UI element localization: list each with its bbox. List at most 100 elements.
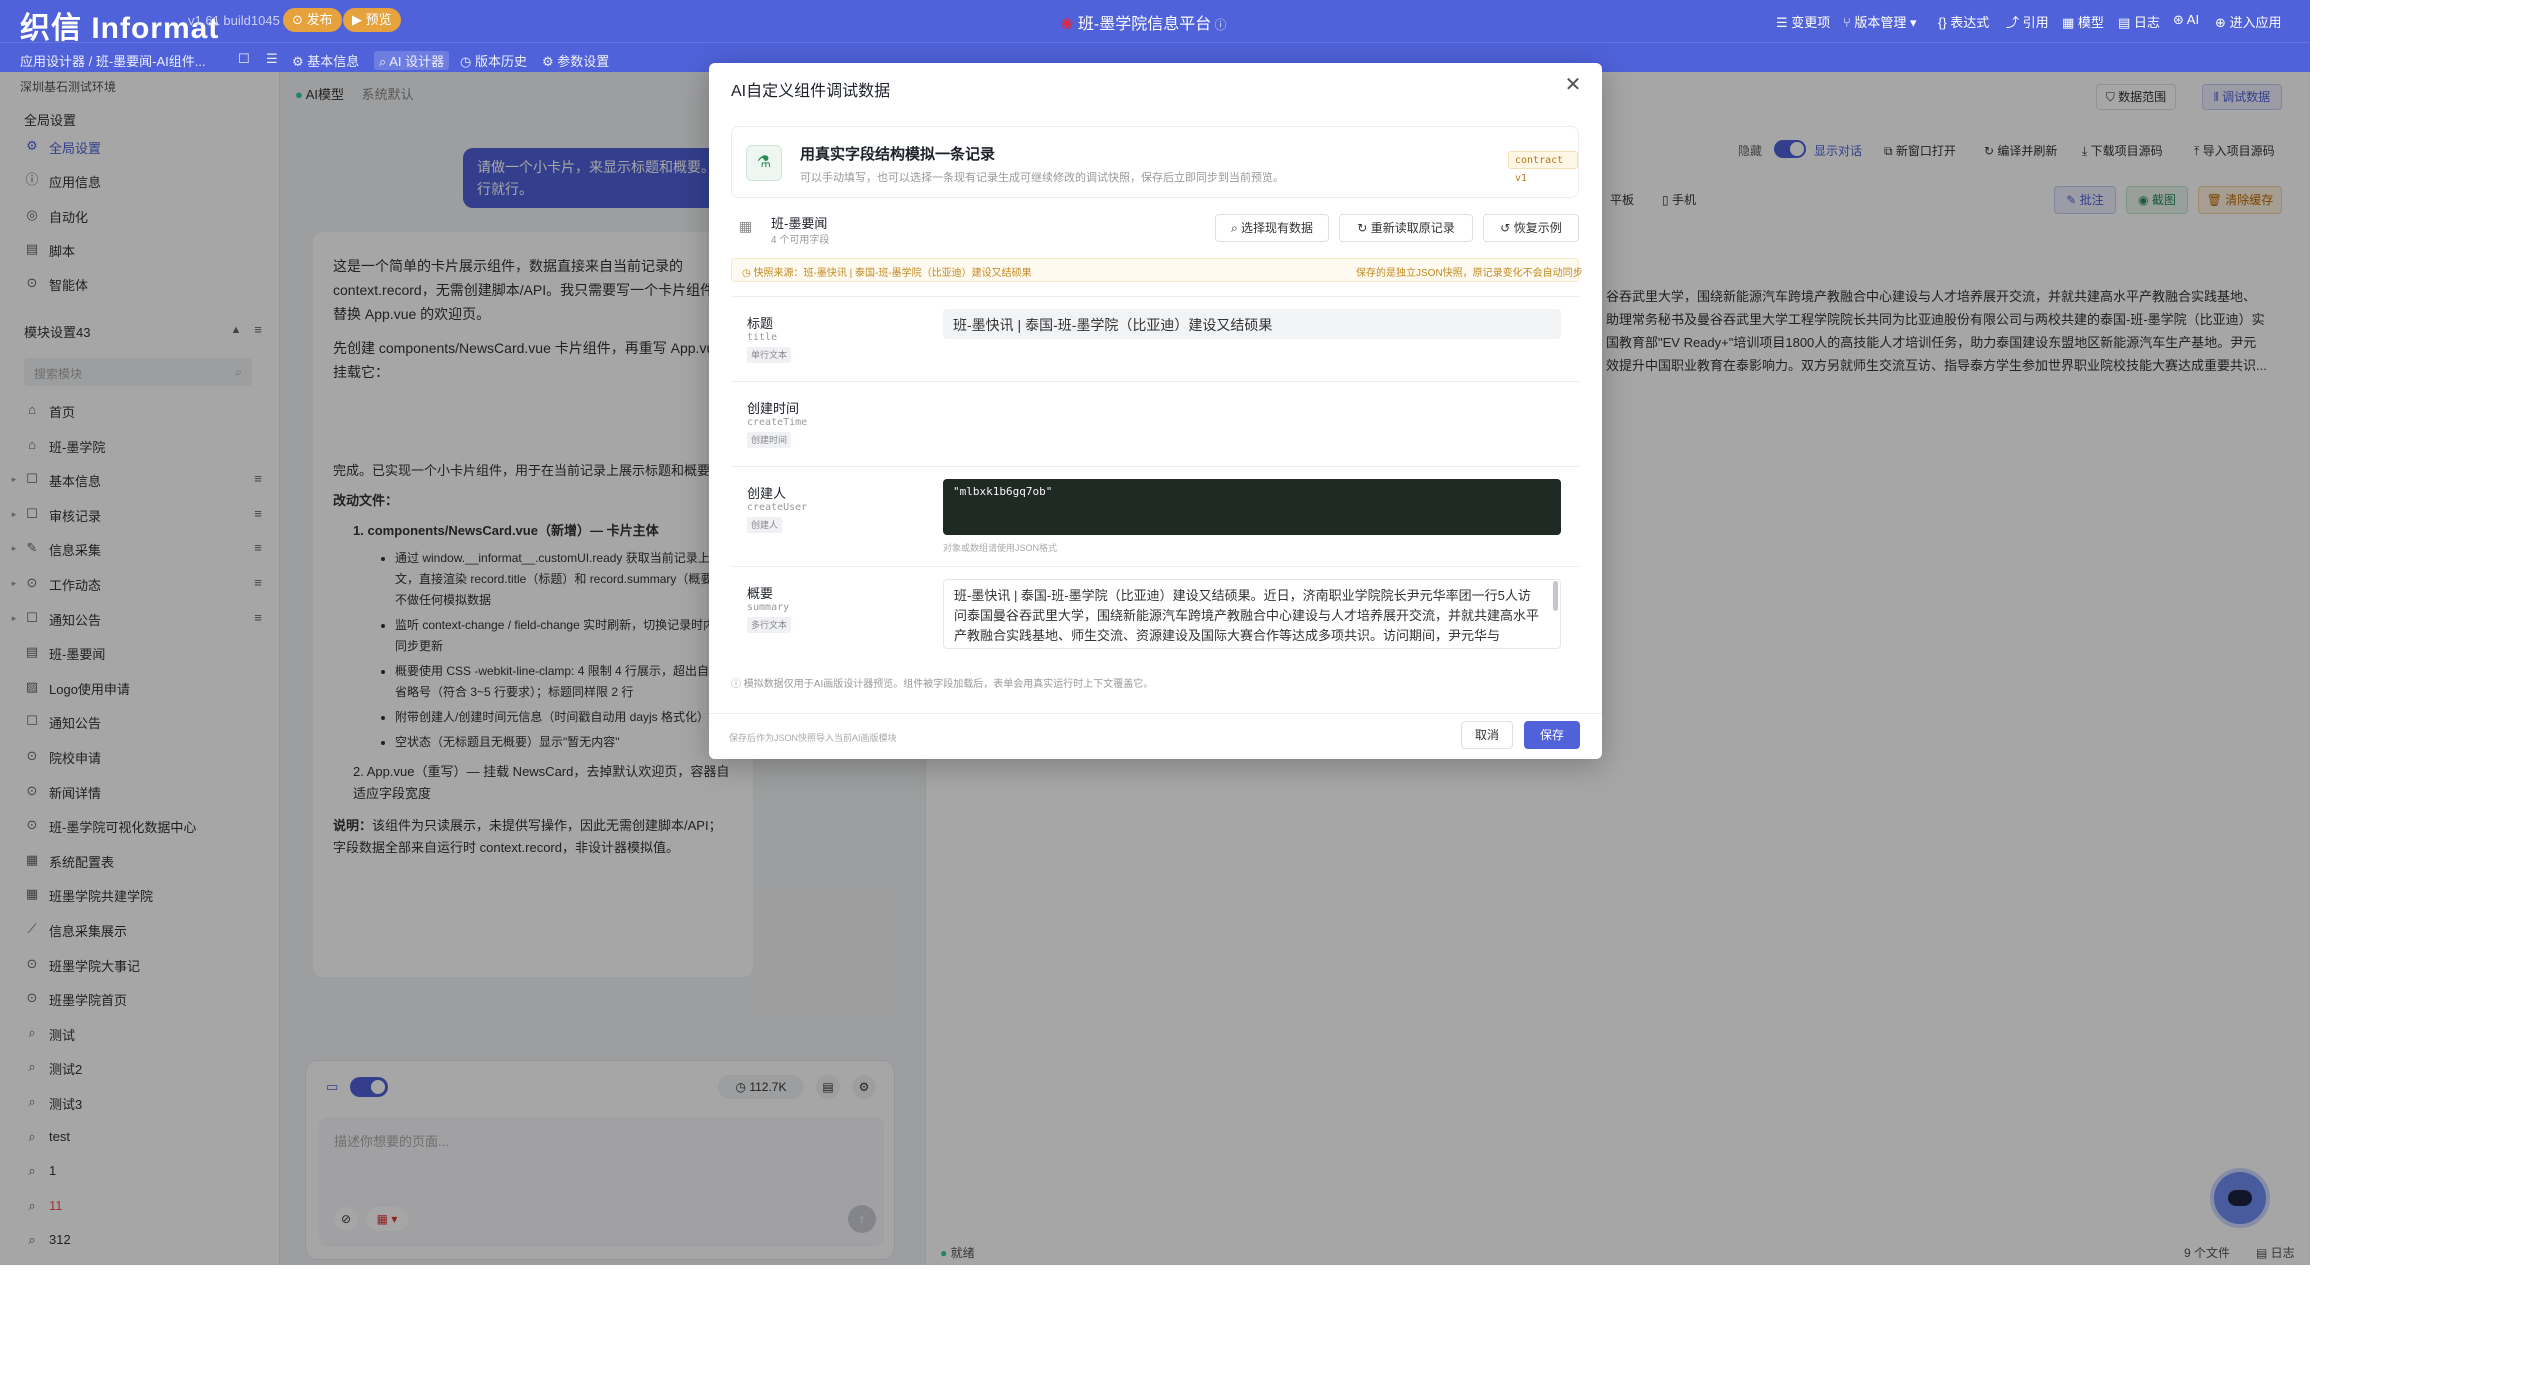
search-icon: ⌕ <box>1230 221 1242 235</box>
field-key: createTime <box>747 417 808 428</box>
field-key: title <box>747 332 778 343</box>
menu-icon[interactable]: ☰ <box>266 51 278 67</box>
tab-params-label: 参数设置 <box>557 54 610 69</box>
footer-divider <box>709 713 1602 714</box>
platform-title: ❀ 班-墨学院信息平台 ⓘ <box>1060 10 1227 34</box>
search-icon: ⌕ <box>379 54 390 69</box>
publish-button[interactable]: ⊙ 发布 <box>283 8 342 32</box>
summary-scrollbar[interactable] <box>1553 581 1558 611</box>
app-window: 织信 Informat v1.61 build1045 ⊙ 发布 ▶ 预览 ❀ … <box>0 0 2310 1265</box>
ai-label: AI <box>2186 12 2200 27</box>
expression-button[interactable]: {} 表达式 <box>1938 12 1989 31</box>
clock-icon: ◷ <box>742 268 754 279</box>
platform-title-text: 班-墨学院信息平台 <box>1077 16 1212 33</box>
ai-icon: ⊛ <box>2173 12 2187 27</box>
contract-badge: contract v1 <box>1508 151 1578 184</box>
field-label: 标题 <box>747 316 774 331</box>
expression-label: 表达式 <box>1950 15 1990 30</box>
play-icon: ▶ <box>352 12 366 27</box>
field-row-summary: 概要 summary 多行文本 班-墨快讯 | 泰国-班-墨学院（比亚迪）建设又… <box>731 566 1579 661</box>
field-row-create-time: 创建时间 createTime 创建时间 <box>731 381 1579 466</box>
gear-icon: ⚙ <box>542 54 558 69</box>
cancel-button[interactable]: 取消 <box>1461 721 1513 749</box>
chevron-down-icon: ▾ <box>1906 15 1917 30</box>
version-menu-button[interactable]: ⑂ 版本管理 ▾ <box>1843 12 1917 31</box>
reload-record-label: 重新读取原记录 <box>1370 221 1455 235</box>
settings-icon: ⚙ <box>292 54 308 69</box>
changes-label: 变更项 <box>1791 15 1831 30</box>
enter-app-label: 进入应用 <box>2229 15 2282 30</box>
preview-label: 预览 <box>365 12 392 27</box>
doc-icon[interactable]: ☐ <box>238 51 250 67</box>
select-existing-button[interactable]: ⌕ 选择现有数据 <box>1215 214 1329 242</box>
version-label: v1.61 build1045 <box>188 13 280 28</box>
version-menu-label: 版本管理 <box>1854 15 1907 30</box>
enter-app-button[interactable]: ⊕ 进入应用 <box>2215 12 2282 31</box>
field-label: 创建时间 <box>747 401 800 416</box>
ai-button[interactable]: ⊛ AI <box>2173 12 2199 28</box>
rocket-icon: ⊙ <box>292 12 307 27</box>
intro-card: ⚗ 用真实字段结构模拟一条记录 可以手动填写，也可以选择一条现有记录生成可继续修… <box>731 126 1579 198</box>
select-existing-label: 选择现有数据 <box>1241 221 1314 235</box>
restore-example-button[interactable]: ↺ 恢复示例 <box>1483 214 1579 242</box>
log-button[interactable]: ▤ 日志 <box>2118 12 2160 31</box>
enter-icon: ⊕ <box>2215 15 2230 30</box>
tab-basic-info[interactable]: ⚙ 基本信息 <box>292 51 359 70</box>
reload-record-button[interactable]: ↻ 重新读取原记录 <box>1339 214 1473 242</box>
tab-version-history[interactable]: ◷ 版本历史 <box>460 51 527 70</box>
table-icon: ▦ <box>739 218 753 234</box>
table-name: 班-墨要闻 <box>771 216 828 231</box>
dialog-title: AI自定义组件调试数据 <box>731 83 891 100</box>
table-icon: ▦ <box>2062 15 2078 30</box>
summary-textarea[interactable]: 班-墨快讯 | 泰国-班-墨学院（比亚迪）建设又结硕果。近日，济南职业学院院长尹… <box>943 579 1561 649</box>
field-row-create-user: 创建人 createUser 创建人 "mlbxk1b6gq7ob" 对象或数组… <box>731 466 1579 566</box>
breadcrumb[interactable]: 应用设计器 / 班-墨要闻-AI组件... <box>20 51 206 70</box>
model-label: 模型 <box>2077 15 2104 30</box>
save-button[interactable]: 保存 <box>1524 721 1580 749</box>
changes-button[interactable]: ☰ 变更项 <box>1776 12 1830 31</box>
field-label: 概要 <box>747 586 774 601</box>
snapshot-source-text: 快照来源：班-墨快讯 | 泰国-班-墨学院（比亚迪）建设又结硕果 <box>753 268 1032 279</box>
tab-ai-designer-label: AI 设计器 <box>389 54 445 69</box>
field-row-title: 标题 title 单行文本 班-墨快讯 | 泰国-班-墨学院（比亚迪）建设又结硕… <box>731 296 1579 381</box>
footer-note: ⓘ 模拟数据仅用于AI画版设计器预览。组件被字段加载后，表单会用真实运行时上下文… <box>731 675 1153 690</box>
clock-icon: ◷ <box>460 54 475 69</box>
log-icon: ▤ <box>2118 15 2134 30</box>
link-icon: ⤴ <box>2006 15 2023 30</box>
json-hint: 对象或数组请使用JSON格式 <box>943 543 1058 553</box>
field-key: createUser <box>747 502 808 513</box>
field-count: 4 个可用字段 <box>771 235 830 246</box>
list-icon: ☰ <box>1776 15 1792 30</box>
restore-example-label: 恢复示例 <box>1513 221 1562 235</box>
tab-version-history-label: 版本历史 <box>474 54 527 69</box>
publish-label: 发布 <box>306 12 333 27</box>
flask-icon: ⚗ <box>746 145 782 181</box>
close-icon[interactable]: ✕ <box>1561 73 1585 97</box>
tab-params[interactable]: ⚙ 参数设置 <box>542 51 609 70</box>
footer-note-text: 模拟数据仅用于AI画版设计器预览。组件被字段加载后，表单会用真实运行时上下文覆盖… <box>743 679 1154 690</box>
field-type-tag: 创建人 <box>747 517 783 533</box>
snapshot-note: 保存的是独立JSON快照，原记录变化不会自动同步 <box>1356 268 1583 279</box>
snapshot-source-banner: ◷ 快照来源：班-墨快讯 | 泰国-班-墨学院（比亚迪）建设又结硕果 保存的是独… <box>731 258 1583 282</box>
restore-icon: ↺ <box>1500 221 1514 235</box>
braces-icon: {} <box>1938 15 1951 30</box>
platform-logo-icon: ❀ <box>1060 16 1078 33</box>
intro-desc: 可以手动填写，也可以选择一条现有记录生成可继续修改的调试快照，保存后立即同步到当… <box>800 172 1284 184</box>
top-bar: 织信 Informat v1.61 build1045 ⊙ 发布 ▶ 预览 ❀ … <box>0 0 2310 45</box>
snapshot-source: ◷ 快照来源：班-墨快讯 | 泰国-班-墨学院（比亚迪）建设又结硕果 <box>742 264 1032 279</box>
log-label: 日志 <box>2133 15 2160 30</box>
branch-icon: ⑂ <box>1843 15 1855 30</box>
reference-label: 引用 <box>2022 15 2049 30</box>
tab-basic-info-label: 基本信息 <box>307 54 360 69</box>
preview-button[interactable]: ▶ 预览 <box>343 8 401 32</box>
field-type-tag: 单行文本 <box>747 347 792 363</box>
create-user-json-input[interactable]: "mlbxk1b6gq7ob" <box>943 479 1561 535</box>
title-input[interactable]: 班-墨快讯 | 泰国-班-墨学院（比亚迪）建设又结硕果 <box>943 309 1561 339</box>
reference-button[interactable]: ⤴ 引用 <box>2006 12 2049 31</box>
info-icon: ⓘ <box>731 679 744 690</box>
field-label: 创建人 <box>747 486 787 501</box>
field-type-tag: 多行文本 <box>747 617 792 633</box>
info-icon: ⓘ <box>1211 18 1227 32</box>
model-button[interactable]: ▦ 模型 <box>2062 12 2104 31</box>
tab-ai-designer[interactable]: ⌕ AI 设计器 <box>374 51 450 70</box>
